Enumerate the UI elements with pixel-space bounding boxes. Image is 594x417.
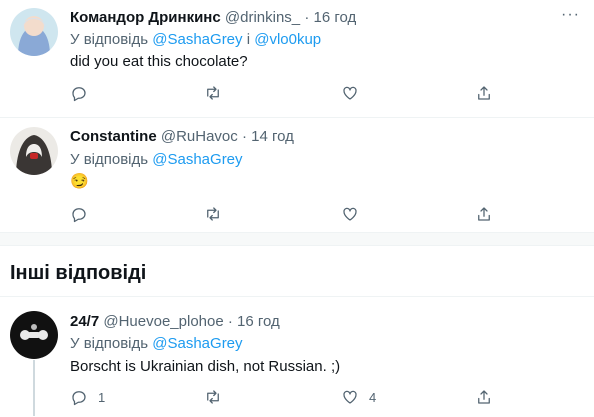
separator-dot: · xyxy=(304,9,310,26)
tweet-actions xyxy=(70,204,500,224)
thread-connector-line xyxy=(33,360,35,416)
section-divider xyxy=(0,232,594,246)
timestamp[interactable]: 16 год xyxy=(237,313,280,330)
author-name[interactable]: Constantine xyxy=(70,128,157,145)
reply-button[interactable]: 1 xyxy=(70,387,105,407)
reply-icon xyxy=(72,208,86,223)
avatar-image xyxy=(10,127,58,175)
reply-to-label: У відповідь xyxy=(70,31,149,48)
author-name[interactable]: 24/7 xyxy=(70,313,99,330)
separator-dot: · xyxy=(241,128,247,145)
mention-link[interactable]: @SashaGrey xyxy=(152,335,242,352)
like-button[interactable] xyxy=(341,83,359,103)
reply-to-label: У відповідь xyxy=(70,335,149,352)
reply-button[interactable] xyxy=(70,83,88,103)
reply-button[interactable] xyxy=(70,204,88,224)
share-button[interactable] xyxy=(475,83,493,103)
separator-dot: · xyxy=(227,313,233,330)
avatar-image xyxy=(10,311,58,359)
retweet-icon xyxy=(207,390,219,404)
mention-link[interactable]: @SashaGrey xyxy=(152,31,242,48)
heart-icon xyxy=(343,390,357,404)
author-name[interactable]: Командор Дринкинс xyxy=(70,9,221,26)
avatar[interactable] xyxy=(10,8,58,56)
retweet-button[interactable] xyxy=(204,83,222,103)
heart-icon xyxy=(343,207,357,221)
reply-icon xyxy=(72,391,86,406)
tweet-actions xyxy=(70,83,500,103)
retweet-icon xyxy=(207,86,219,100)
like-button[interactable] xyxy=(341,204,359,224)
retweet-icon xyxy=(207,207,219,221)
author-handle[interactable]: @drinkins_ xyxy=(225,9,300,26)
mention-link[interactable]: @SashaGrey xyxy=(152,151,242,168)
like-count: 4 xyxy=(369,389,377,405)
more-options-icon[interactable]: ··· xyxy=(561,6,580,24)
heart-icon xyxy=(343,86,357,100)
share-icon xyxy=(478,207,490,221)
timestamp[interactable]: 16 год xyxy=(313,9,356,26)
section-heading: Інші відповіді xyxy=(10,262,147,284)
tweet-text: Borscht is Ukrainian dish, not Russian. … xyxy=(70,358,341,375)
share-button[interactable] xyxy=(475,204,493,224)
avatar[interactable] xyxy=(10,127,58,175)
tweet[interactable]: 24/7 @Huevoe_plohoe · 16 год У відповідь… xyxy=(0,296,594,417)
tweet[interactable]: Constantine @RuHavoc · 14 год У відповід… xyxy=(0,117,594,233)
tweet[interactable]: Командор Дринкинс @drinkins_ · 16 год ··… xyxy=(0,0,594,118)
timestamp[interactable]: 14 год xyxy=(251,128,294,145)
tweet-actions: 1 4 xyxy=(70,387,500,407)
share-icon xyxy=(478,86,490,100)
avatar-image xyxy=(10,8,58,56)
author-handle[interactable]: @Huevoe_plohoe xyxy=(103,313,223,330)
retweet-button[interactable] xyxy=(204,387,222,407)
avatar[interactable] xyxy=(10,311,58,359)
tweet-text: did you eat this chocolate? xyxy=(70,53,248,70)
retweet-button[interactable] xyxy=(204,204,222,224)
mention-joiner: і xyxy=(246,31,251,48)
reply-to-label: У відповідь xyxy=(70,151,149,168)
reply-count: 1 xyxy=(98,389,106,405)
share-button[interactable] xyxy=(475,387,493,407)
reply-icon xyxy=(72,87,86,102)
author-handle[interactable]: @RuHavoc xyxy=(161,128,238,145)
like-button[interactable]: 4 xyxy=(341,387,376,407)
mention-link[interactable]: @vlo0kup xyxy=(254,31,321,48)
tweet-text: 😏 xyxy=(70,173,89,190)
share-icon xyxy=(478,390,490,404)
